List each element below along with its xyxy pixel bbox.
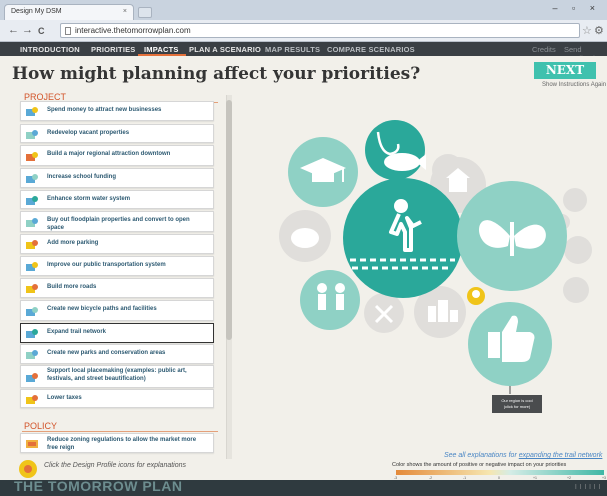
policy-profile-icon[interactable] [25,438,39,450]
list-item[interactable]: Improve our public transportation system [20,256,214,276]
see-all-explanations[interactable]: See all explanations for expanding the t… [444,452,602,459]
footer-right-marks: | | | | | | [575,484,601,490]
forward-arrow-icon[interactable]: → [22,25,33,36]
see-all-prefix: See all explanations for [444,452,517,459]
footer-hint: Click the Design Profile icons for expla… [44,462,187,469]
list-item[interactable]: Enhance storm water system [20,190,214,209]
browser-tab-title: Design My DSM [11,8,62,15]
tab-close-icon[interactable]: × [123,8,127,15]
bubble-small-1[interactable] [563,188,587,212]
impact-bubble-chart [279,120,592,394]
list-item-label: Create new parks and conservation areas [47,350,166,356]
list-item-label: Add more parking [47,240,99,246]
design-profile-icon[interactable] [25,328,39,340]
list-item[interactable]: Support local placemaking (examples: pub… [20,365,214,388]
bubble-small-3[interactable] [563,277,589,303]
bubble-small-2[interactable] [564,236,592,264]
design-profile-icon[interactable] [25,372,39,384]
design-profile-icon[interactable] [25,394,39,406]
bookmark-star-icon[interactable]: ☆ [582,24,592,37]
list-item-label: Increase school funding [47,174,117,180]
design-profile-icon [19,460,37,478]
page-icon [65,27,71,35]
design-profile-icon[interactable] [25,106,39,118]
list-item[interactable]: Create new parks and conservation areas [20,344,214,364]
list-item-label: Support local placemaking (examples: pub… [47,368,187,382]
list-item[interactable]: Buy out floodplain properties and conver… [20,211,214,232]
design-profile-icon[interactable] [25,195,39,207]
design-profile-icon[interactable] [25,217,39,229]
address-url: interactive.thetomorrowplan.com [75,26,191,35]
policy-section-rule [22,431,218,432]
list-item-label: Expand trail network [47,329,107,335]
list-item-label: Lower taxes [47,395,82,401]
list-item[interactable]: Lower taxes [20,389,214,408]
bubble-fishing[interactable] [365,120,425,180]
impact-color-legend [396,470,604,475]
list-item-label: Buy out floodplain properties and conver… [47,217,190,231]
see-all-link[interactable]: expanding the trail network [519,452,603,459]
next-button[interactable]: NEXT [534,62,596,79]
list-item-label: Enhance storm water system [47,196,131,202]
list-item[interactable]: Expand trail network [20,323,214,343]
back-arrow-icon[interactable]: ← [8,25,19,36]
nav-priorities[interactable]: PRIORITIES [91,45,136,54]
browser-toolbar: ← → C interactive.thetomorrowplan.com ☆ … [0,20,607,42]
tooltip-line-2: (click for more) [503,404,531,409]
list-item-label: Create new bicycle paths and facilities [47,306,157,312]
design-profile-icon[interactable] [25,173,39,185]
list-item-label: Redevelop vacant properties [47,130,130,136]
nav-map-results[interactable]: MAP RESULTS [265,45,320,54]
nav-introduction[interactable]: INTRODUCTION [20,45,80,54]
list-item-label: Build more roads [47,284,97,290]
list-item[interactable]: Increase school funding [20,168,214,188]
piggy-bank-icon [291,228,319,248]
list-item[interactable]: Redevelop vacant properties [20,124,214,143]
design-profile-icon[interactable] [25,261,39,273]
list-item[interactable]: Reduce zoning regulations to allow the m… [20,433,214,453]
bubble-tooltip: Our region is cool (click for more) [492,395,542,413]
nav-compare-scenarios[interactable]: COMPARE SCENARIOS [327,45,415,54]
design-profile-icon[interactable] [25,151,39,163]
wrench-icon[interactable]: ⚙ [594,24,604,37]
page-title: How might planning affect your prioritie… [12,64,421,84]
list-item-label: Reduce zoning regulations to allow the m… [47,437,197,451]
design-profile-icon[interactable] [25,239,39,251]
list-item[interactable]: Build a major regional attraction downto… [20,145,214,166]
policy-section-title: POLICY [24,421,58,431]
list-item-label: Spend money to attract new businesses [47,107,162,113]
design-profile-icon[interactable] [25,283,39,295]
window-controls[interactable]: – ▫ × [553,3,601,13]
nav-plan-a-scenario[interactable]: PLAN A SCENARIO [189,45,261,54]
legend-caption: Color shows the amount of positive or ne… [392,462,567,468]
award-ribbon-icon [472,290,480,298]
design-profile-icon[interactable] [25,306,39,318]
tomorrow-plan-logo: THE TOMORROW PLAN [14,478,183,494]
list-scroll-thumb[interactable] [226,100,232,340]
app-nav-bar: INTRODUCTION PRIORITIES IMPACTS PLAN A S… [0,42,607,63]
show-instructions-link[interactable]: Show Instructions Again [542,82,606,88]
tab-strip: Design My DSM × – ▫ × [0,0,607,20]
list-item[interactable]: Create new bicycle paths and facilities [20,300,214,321]
list-item[interactable]: Add more parking [20,234,214,254]
list-item[interactable]: Build more roads [20,278,214,298]
design-profile-icon[interactable] [25,349,39,361]
reload-icon[interactable]: C [38,26,45,37]
address-bar[interactable]: interactive.thetomorrowplan.com [60,23,580,38]
nav-impacts[interactable]: IMPACTS [144,45,179,54]
new-tab-button[interactable] [138,7,152,18]
browser-tab[interactable]: Design My DSM × [4,4,134,20]
browser-chrome: Design My DSM × – ▫ × ← → C interactive.… [0,0,607,42]
list-item-label: Build a major regional attraction downto… [47,151,171,157]
nav-credits[interactable]: Credits [532,45,556,54]
design-profile-icon[interactable] [25,129,39,141]
list-item[interactable]: Spend money to attract new businesses [20,101,214,121]
bubble-seniors[interactable] [300,270,360,330]
list-item-label: Improve our public transportation system [47,262,166,268]
